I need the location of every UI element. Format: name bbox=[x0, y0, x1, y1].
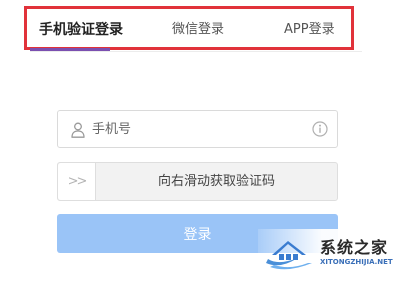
phone-field[interactable] bbox=[57, 110, 338, 148]
watermark-url: XITONGZHIJIA.NET bbox=[320, 258, 393, 266]
watermark: 系统之家 XITONGZHIJIA.NET bbox=[258, 229, 417, 282]
slider-handle[interactable]: >> bbox=[58, 163, 96, 200]
info-icon[interactable] bbox=[312, 121, 328, 137]
slider-text: 向右滑动获取验证码 bbox=[157, 174, 275, 189]
login-tabs-highlight: 手机验证登录 微信登录 APP登录 bbox=[24, 6, 354, 50]
tab-app-login[interactable]: APP登录 bbox=[284, 19, 335, 41]
watermark-name: 系统之家 bbox=[320, 238, 389, 257]
phone-input[interactable] bbox=[92, 117, 292, 141]
house-logo-icon bbox=[266, 241, 312, 270]
slide-verification[interactable]: >> 向右滑动获取验证码 bbox=[57, 162, 338, 201]
user-icon bbox=[71, 122, 85, 138]
tab-phone-login[interactable]: 手机验证登录 bbox=[39, 19, 123, 41]
tab-divider bbox=[30, 51, 362, 52]
tab-wechat-login[interactable]: 微信登录 bbox=[172, 19, 224, 41]
